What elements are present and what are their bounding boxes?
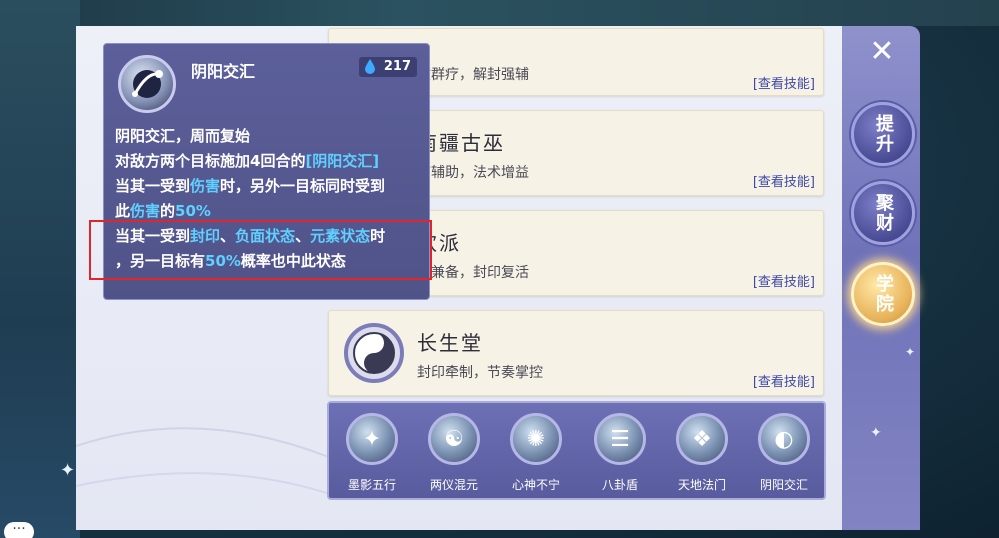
skill-bar: ✦ 墨影五行 ☯ 两仪混元 ✺ 心神不宁 ☰ 八卦盾 ❖ 天地法门 ◐ 阴阳交汇 [327,401,826,500]
view-skills-link[interactable]: [查看技能] [753,73,815,92]
chat-icon[interactable]: ··· [4,522,34,538]
bagua-icon: ☰ [594,413,646,465]
tooltip-title: 阴阳交汇 [191,62,256,81]
desc-text: 的 [160,202,176,220]
skill-slot[interactable]: ☰ 八卦盾 [590,413,650,493]
yin-yang-orbit-icon: ◐ [758,413,810,465]
school-name: 长生堂 [417,331,483,355]
background-top [0,0,999,26]
gather-wealth-button[interactable]: 聚财 [851,181,915,245]
background-left [0,0,80,538]
skill-label: 八卦盾 [601,478,638,492]
skill-slot[interactable]: ✦ 墨影五行 [342,413,402,493]
academy-button[interactable]: 学院 [851,262,915,326]
ink-splash-icon: ✦ [346,413,398,465]
close-icon[interactable]: ✕ [864,34,900,70]
scroll-icon: ❖ [676,413,728,465]
view-skills-link[interactable]: [查看技能] [753,371,815,390]
desc-text: 此 [115,202,131,220]
yin-yang-swirl-icon: ☯ [428,413,480,465]
school-name: 南疆古巫 [417,131,505,155]
desc-highlight: 50% [175,202,211,220]
annotation-highlight-box [89,220,432,280]
skill-label: 两仪混元 [429,478,478,492]
sparkle-icon: ✦ [905,345,916,359]
mana-cost-badge: 217 [359,57,417,77]
skill-label: 墨影五行 [347,478,396,492]
school-desc: 封印牵制，节奏掌控 [417,365,543,381]
yin-yang-orbit-icon [118,55,176,113]
skill-slot[interactable]: ◐ 阴阳交汇 [754,413,814,493]
desc-highlight: [阴阳交汇] [305,152,380,170]
desc-highlight: 伤害 [130,202,161,220]
desc-highlight: 伤害 [190,177,221,195]
skill-label: 天地法门 [677,478,726,492]
sparkle-icon: ✦ [870,425,882,441]
desc-text: 对敌方两个目标施加4回合的 [115,152,306,170]
desc-text: 时，另外一目标同时受到 [220,177,386,195]
water-drop-icon [365,59,375,74]
school-desc: 守兼备，封印复活 [417,265,529,281]
mana-cost-value: 217 [383,59,411,74]
view-skills-link[interactable]: [查看技能] [753,271,815,290]
skill-slot[interactable]: ☯ 两仪混元 [424,413,484,493]
view-skills-link[interactable]: [查看技能] [753,171,815,190]
desc-text: 当其一受到 [115,177,191,195]
school-desc: 救群疗，解封强辅 [417,67,529,83]
skill-label: 阴阳交汇 [759,478,808,492]
school-desc: 疗辅助，法术增益 [417,165,529,181]
sparkle-icon: ✦ [60,460,76,481]
skill-slot[interactable]: ❖ 天地法门 [672,413,732,493]
upgrade-button[interactable]: 提升 [851,102,915,166]
skill-label: 心神不宁 [511,478,560,492]
yin-yang-icon [344,323,404,383]
desc-line: 阴阳交汇，周而复始 [115,127,251,145]
meditation-icon: ✺ [510,413,562,465]
school-card-changshengtang[interactable]: 长生堂 封印牵制，节奏掌控 [查看技能] [328,310,824,396]
skill-slot[interactable]: ✺ 心神不宁 [506,413,566,493]
